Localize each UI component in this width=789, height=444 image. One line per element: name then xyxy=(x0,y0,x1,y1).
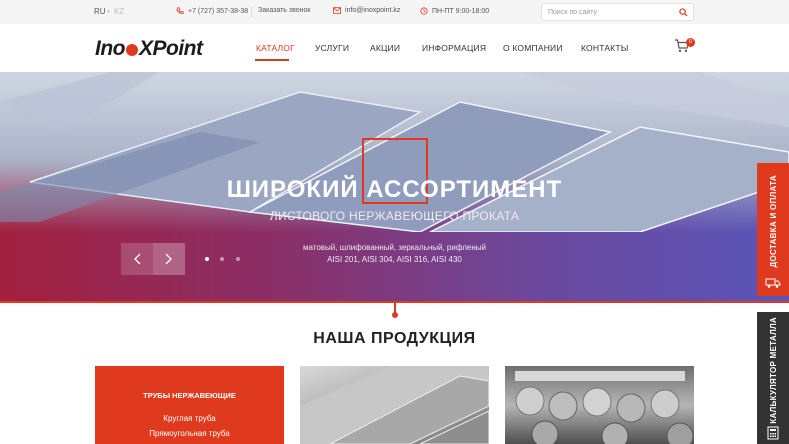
slider-prev-button[interactable] xyxy=(121,243,153,275)
email-link[interactable]: info@inoxpoint.kz xyxy=(333,7,400,14)
slider-dot-2[interactable] xyxy=(220,257,224,261)
hours-text: ПН-ПТ 9:00-18:00 xyxy=(432,7,490,15)
truck-icon xyxy=(765,278,781,288)
section-connector-dot xyxy=(392,312,398,318)
hero-subtitle: ЛИСТОВОГО НЕРЖАВЕЮЩЕГО ПРОКАТА xyxy=(269,209,520,223)
nav-promotions[interactable]: АКЦИИ xyxy=(370,43,400,53)
product-link-round-pipe[interactable]: Круглая труба xyxy=(95,414,284,423)
product-link-rect-pipe[interactable]: Прямоугольная труба xyxy=(95,429,284,438)
chevron-left-icon xyxy=(134,253,141,265)
callback-link[interactable]: Заказать звонок xyxy=(258,7,310,14)
nav-about[interactable]: О КОМПАНИИ xyxy=(503,43,563,53)
site-logo[interactable]: Ino XPoint xyxy=(95,37,203,61)
search-icon[interactable] xyxy=(679,8,688,17)
steel-bars-photo xyxy=(515,371,694,444)
search-box xyxy=(541,3,694,21)
logo-text-left: Ino xyxy=(95,37,126,60)
clock-icon xyxy=(420,7,428,15)
email-address: info@inoxpoint.kz xyxy=(345,7,401,14)
lang-separator: • xyxy=(107,7,110,16)
slider-dot-3[interactable] xyxy=(236,257,240,261)
product-card-pipes[interactable]: ТРУБЫ НЕРЖАВЕЮЩИЕ Круглая труба Прямоуго… xyxy=(95,366,284,444)
phone-icon xyxy=(176,7,184,14)
lang-ru-link[interactable]: RU xyxy=(94,7,106,16)
search-input[interactable] xyxy=(548,7,668,18)
product-card-bars[interactable] xyxy=(505,366,694,444)
delivery-tab-label: ДОСТАВКА И ОПЛАТА xyxy=(768,174,778,268)
delivery-payment-tab[interactable]: ДОСТАВКА И ОПЛАТА xyxy=(757,163,789,296)
product-card-title: ТРУБЫ НЕРЖАВЕЮЩИЕ xyxy=(143,391,236,400)
top-bar: RU • KZ +7 (727) 357-38-38 Заказать звон… xyxy=(0,0,789,24)
products-section-title: НАША ПРОДУКЦИЯ xyxy=(313,330,476,347)
phone-number: +7 (727) 357-38-38 xyxy=(188,7,249,15)
nav-information[interactable]: ИНФОРМАЦИЯ xyxy=(422,43,486,53)
nav-services[interactable]: УСЛУГИ xyxy=(315,43,349,53)
hero-grades: AISI 201, AISI 304, AISI 316, AISI 430 xyxy=(327,255,462,264)
chevron-right-icon xyxy=(165,253,172,265)
product-card-sheets[interactable] xyxy=(300,366,489,444)
logo-dot xyxy=(126,44,138,56)
phone-link[interactable]: +7 (727) 357-38-38 xyxy=(176,7,248,15)
logo-text-right: XPoint xyxy=(139,37,203,60)
cart-count-badge: 0 xyxy=(686,38,695,47)
calculator-icon xyxy=(767,426,779,440)
main-header: Ino XPoint КАТАЛОГ УСЛУГИ АКЦИИ ИНФОРМАЦ… xyxy=(0,24,789,72)
divider xyxy=(251,7,252,17)
slider-dot-1[interactable] xyxy=(205,257,209,261)
slider-next-button[interactable] xyxy=(153,243,185,275)
nav-catalog[interactable]: КАТАЛОГ xyxy=(256,43,295,53)
nav-active-underline xyxy=(255,59,289,61)
hero-finishes: матовый, шлифованный, зеркальный, рифлен… xyxy=(302,243,486,252)
lang-kz-link[interactable]: KZ xyxy=(114,7,124,16)
working-hours: ПН-ПТ 9:00-18:00 xyxy=(420,7,489,15)
callback-label: Заказать звонок xyxy=(258,7,311,14)
steel-sheets-photo xyxy=(300,366,489,444)
hero-title: ШИРОКИЙ АССОРТИМЕНТ xyxy=(226,176,563,203)
mail-icon xyxy=(333,7,341,14)
nav-contacts[interactable]: КОНТАКТЫ xyxy=(581,43,628,53)
